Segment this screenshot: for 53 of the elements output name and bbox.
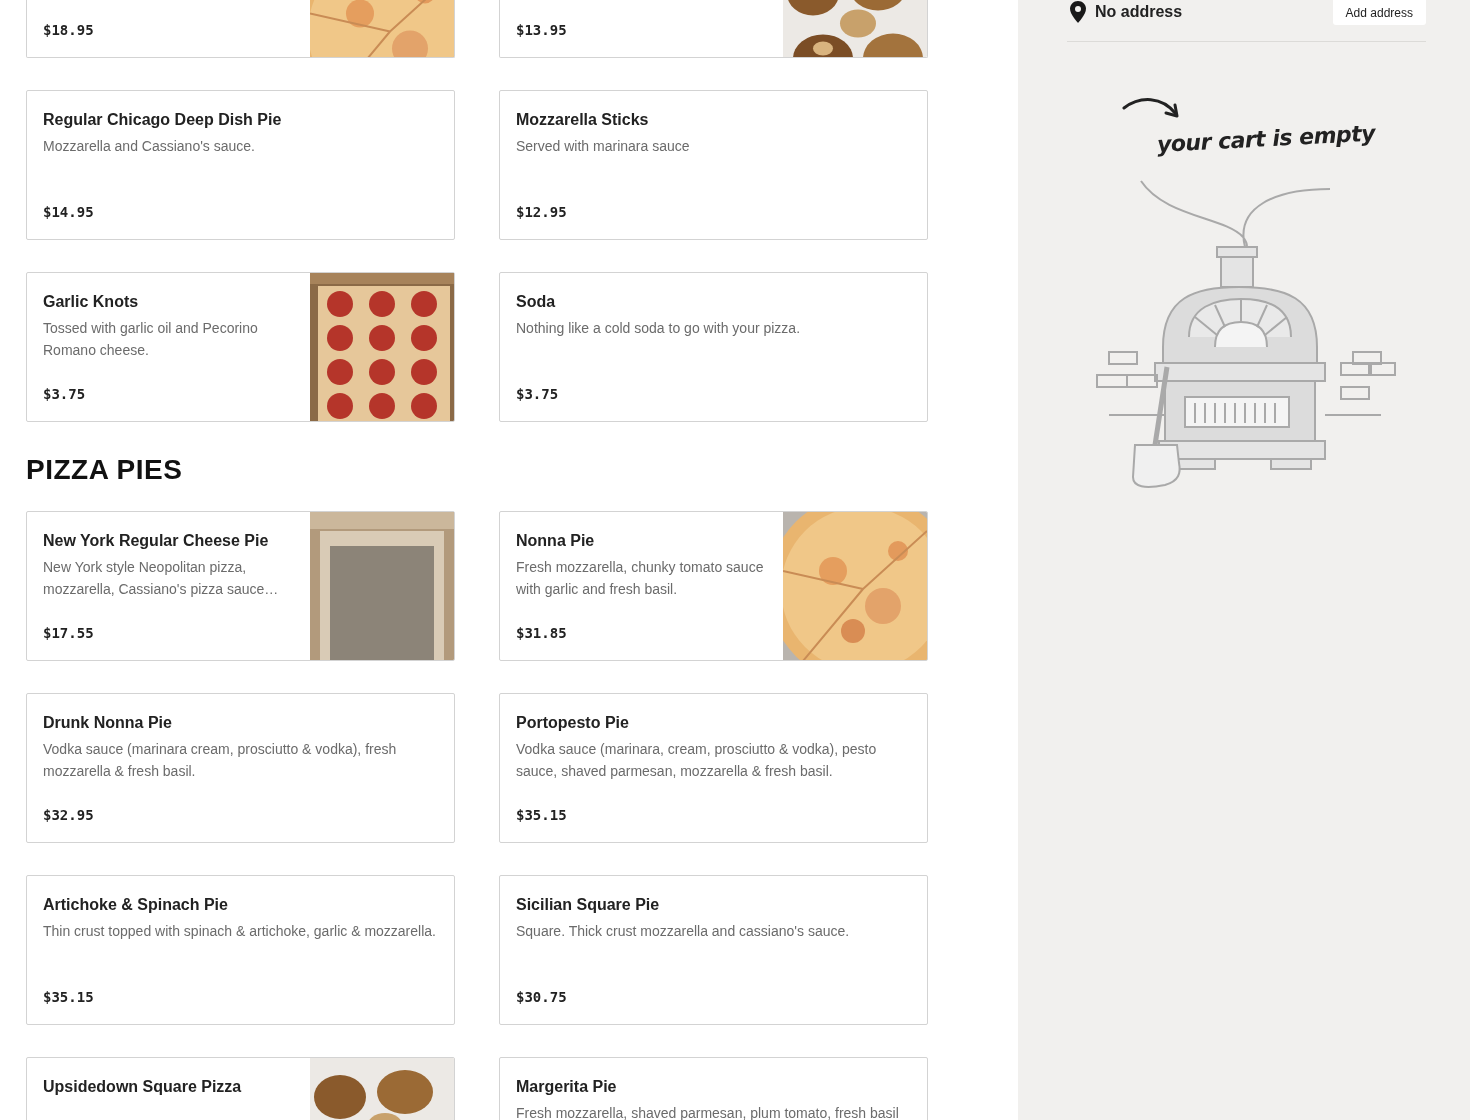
item-price: $14.95 (43, 203, 94, 222)
item-name: Garlic Knots (43, 292, 139, 312)
menu-item-card[interactable]: Nonna Pie Fresh mozzarella, chunky tomato sauce with garlic and fresh basil. $31.85 (499, 511, 928, 661)
menu-item-card[interactable]: Mozzarella Sticks Served with marinara sauce $12.95 (499, 90, 928, 240)
item-price: $32.95 (43, 806, 94, 825)
item-price: $17.55 (43, 624, 94, 643)
item-price: $3.75 (516, 385, 559, 404)
item-description: Vodka sauce (marinara cream, prosciutto & vodka), fresh mozzarella & fresh basil. (43, 740, 398, 781)
item-price: $13.95 (516, 21, 567, 40)
item-price: $3.75 (43, 385, 86, 404)
menu-item-card[interactable]: Soda Nothing like a cold soda to go with your pizza. $3.75 (499, 272, 928, 422)
item-name: Sicilian Square Pie (516, 895, 660, 915)
menu-item-card[interactable]: New York Regular Cheese Pie New York style Neopolitan pizza, mozzarella, Cassiano's pizza sauce… $17.55 (26, 511, 455, 661)
item-description: Fresh mozzarella, shaved parmesan, plum tomato, fresh basil (516, 1104, 899, 1120)
item-price: $12.95 (516, 203, 567, 222)
item-name: Soda (516, 292, 556, 312)
item-name: Portopesto Pie (516, 713, 629, 733)
menu-item-card[interactable]: Sicilian Square Pie Square. Thick crust mozzarella and cassiano's sauce. $30.75 (499, 875, 928, 1025)
menu-item-card[interactable]: $18.95 (26, 0, 455, 58)
item-name: New York Regular Cheese Pie (43, 531, 269, 551)
item-description: Vodka sauce (marinara, cream, prosciutto & vodka), pesto sauce, shaved parmesan, mozzarella & fresh basil. (516, 740, 878, 781)
menu-item-card[interactable]: Garlic Knots Tossed with garlic oil and Pecorino Romano cheese. $3.75 (26, 272, 455, 422)
address-text: No address (1095, 3, 1183, 21)
item-price: $35.15 (516, 806, 567, 825)
item-price: $30.75 (516, 988, 567, 1007)
item-name: Regular Chicago Deep Dish Pie (43, 110, 282, 130)
item-name: Drunk Nonna Pie (43, 713, 172, 733)
item-description: New York style Neopolitan pizza, mozzarella, Cassiano's pizza sauce… (43, 558, 280, 599)
item-name: Mozzarella Sticks (516, 110, 649, 130)
item-name: Artichoke & Spinach Pie (43, 895, 228, 915)
item-description: Square. Thick crust mozzarella and cassiano's sauce. (516, 922, 850, 941)
menu-item-card[interactable]: Upsidedown Square Pizza (26, 1057, 455, 1120)
item-name: Nonna Pie (516, 531, 595, 551)
menu-item-card[interactable]: Regular Chicago Deep Dish Pie Mozzarella and Cassiano's sauce. $14.95 (26, 90, 455, 240)
item-name: Margerita Pie (516, 1077, 617, 1097)
item-description: Fresh mozzarella, chunky tomato sauce with garlic and fresh basil. (516, 558, 765, 599)
item-price: $35.15 (43, 988, 94, 1007)
item-description: Thin crust topped with spinach & artichoke, garlic & mozzarella. (43, 922, 436, 941)
item-name: Upsidedown Square Pizza (43, 1077, 242, 1097)
empty-cart-message: your cart is empty (1156, 120, 1376, 157)
item-description: Mozzarella and Cassiano's sauce. (43, 137, 255, 156)
menu-item-card[interactable]: Portopesto Pie Vodka sauce (marinara, cream, prosciutto & vodka), pesto sauce, shaved parmesan, mozzarella & fresh basil. $35.15 (499, 693, 928, 843)
menu-item-card[interactable]: Artichoke & Spinach Pie Thin crust topped with spinach & artichoke, garlic & mozzarella. $35.15 (26, 875, 455, 1025)
add-address-button[interactable]: Add address (1332, 0, 1426, 25)
item-description: Nothing like a cold soda to go with your pizza. (516, 319, 801, 338)
item-description: Served with marinara sauce (516, 137, 690, 156)
item-price: $31.85 (516, 624, 567, 643)
item-description: Tossed with garlic oil and Pecorino Romano cheese. (43, 319, 259, 360)
item-price: $18.95 (43, 21, 94, 40)
menu-item-card[interactable]: Drunk Nonna Pie Vodka sauce (marinara cream, prosciutto & vodka), fresh mozzarella & fresh basil. $32.95 (26, 693, 455, 843)
menu-item-card[interactable]: Margerita Pie Fresh mozzarella, shaved parmesan, plum tomato, fresh basil (499, 1057, 928, 1120)
section-heading: PIZZA PIES (26, 454, 183, 486)
menu-item-card[interactable]: $13.95 (499, 0, 928, 58)
